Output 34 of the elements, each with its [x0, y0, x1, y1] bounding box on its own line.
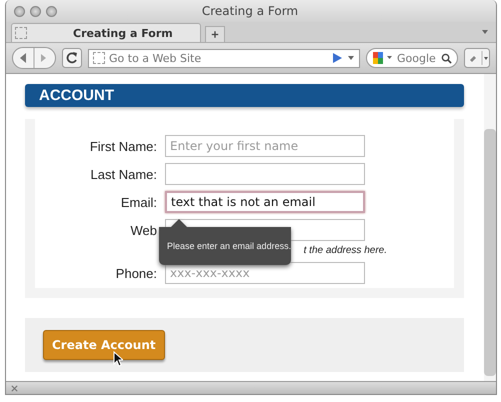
window-control-icon[interactable]	[14, 6, 25, 16]
window-title: Creating a Form	[200, 4, 300, 18]
field-label: Phone:	[114, 266, 157, 280]
field-label: Web	[130, 222, 157, 238]
cursor-icon	[113, 351, 123, 367]
page-icon	[15, 27, 27, 39]
input-field[interactable]: text that is not an email	[165, 191, 365, 213]
search-icon[interactable]	[441, 52, 452, 64]
address-field[interactable]: Go to a Web Site	[88, 48, 360, 68]
plus-icon[interactable]	[205, 26, 225, 42]
browser-tab[interactable]: Creating a Form	[11, 23, 201, 42]
section-header: ACCOUNT	[25, 84, 464, 107]
field-label: Email:	[120, 194, 157, 210]
go-arrow-icon[interactable]	[333, 53, 355, 63]
field-label: First Name:	[88, 138, 157, 154]
address-input[interactable]: Go to a Web Site	[109, 52, 329, 64]
window-control-icon[interactable]	[46, 6, 57, 16]
search-engine-icon[interactable]	[372, 51, 394, 65]
window-control-icon[interactable]	[30, 6, 41, 16]
dropdown-icon[interactable]	[482, 30, 488, 34]
page-icon	[93, 52, 105, 64]
validation-tooltip: Please enter an email address.	[159, 219, 291, 265]
extensions-icon[interactable]	[464, 48, 490, 68]
reload-icon[interactable]	[62, 48, 82, 68]
input-field[interactable]: xxx-xxx-xxxx	[165, 262, 365, 284]
field-hint: t the address here.	[304, 245, 387, 256]
search-field[interactable]: Google	[366, 48, 458, 68]
close-icon[interactable]	[11, 384, 18, 392]
input-field[interactable]	[165, 163, 365, 185]
field-label: Last Name:	[90, 166, 157, 182]
back-forward-icon[interactable]	[12, 47, 56, 69]
scrollbar-thumb[interactable]	[484, 129, 496, 376]
input-field[interactable]: Enter your first name	[165, 135, 365, 157]
search-input[interactable]: Google	[397, 52, 438, 64]
